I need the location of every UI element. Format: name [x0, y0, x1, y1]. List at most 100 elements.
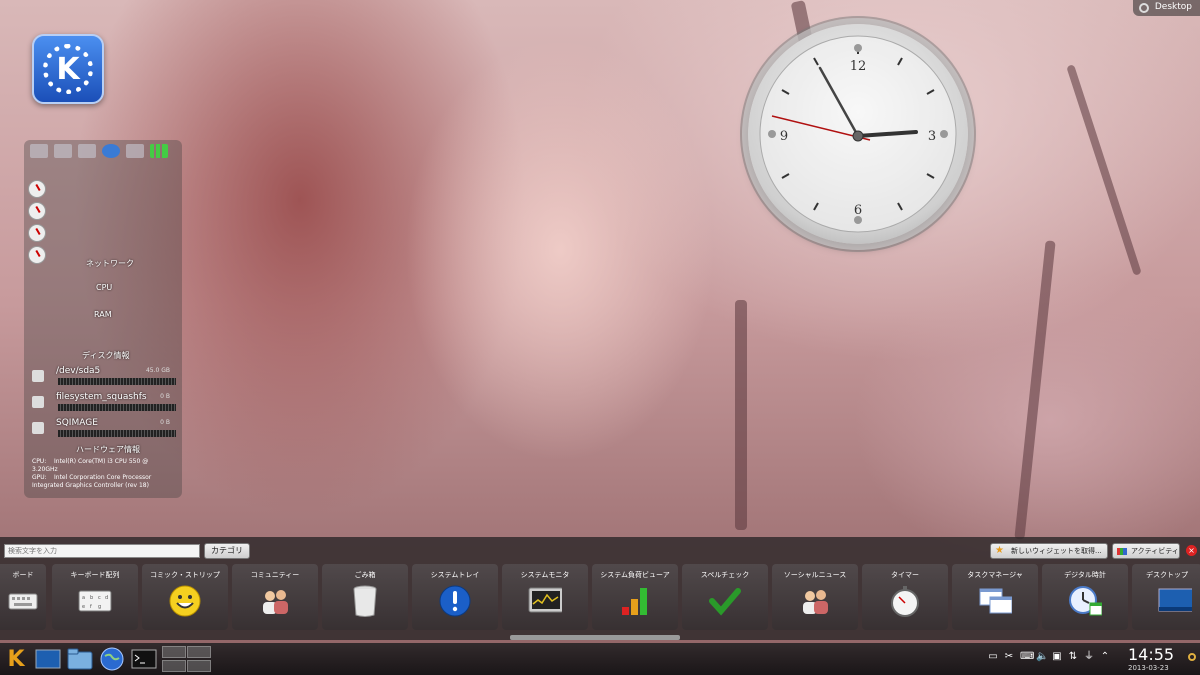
terminal-launcher[interactable]: [130, 646, 158, 672]
widget-tile[interactable]: デジタル時計: [1042, 564, 1128, 630]
widget-name: コミック・ストリップ: [150, 571, 220, 579]
clock-numeral-12: 12: [850, 59, 867, 74]
close-icon[interactable]: ×: [1186, 545, 1197, 556]
widget-tile[interactable]: キーボード配列 abcd efg: [52, 564, 138, 630]
gpu-info: GPU: Intel Corporation Core Processor Int…: [32, 474, 172, 490]
gauge-icon: [28, 224, 46, 242]
pager-desktop[interactable]: [162, 659, 186, 672]
gauge-icon: [28, 246, 46, 264]
info-icon: [438, 584, 472, 618]
cpu-key: CPU:: [32, 458, 47, 465]
globe-icon: [102, 144, 120, 158]
virtual-desktop-pager[interactable]: [162, 646, 212, 672]
get-new-widgets-button[interactable]: ★ 新しいウィジェットを取得...: [990, 543, 1108, 559]
system-monitor-widget: ネットワーク CPU RAM ディスク情報 /dev/sda5 45.0 GB …: [24, 140, 182, 498]
pager-desktop[interactable]: [162, 646, 186, 658]
disk-icon: [32, 422, 44, 434]
disk-name: SQIMAGE: [56, 418, 98, 428]
monitor-icon[interactable]: ▣: [1052, 651, 1062, 663]
widget-tile[interactable]: コミュニティー: [232, 564, 318, 630]
widget-tile[interactable]: システム負荷ビューア: [592, 564, 678, 630]
chip-icon: [126, 144, 144, 158]
widget-tile[interactable]: ごみ箱: [322, 564, 408, 630]
sysmon-icon-row: [24, 140, 182, 162]
digital-clock-icon: [1068, 584, 1102, 618]
widget-tile[interactable]: スペルチェック: [682, 564, 768, 630]
widget-tile[interactable]: システムモニタ: [502, 564, 588, 630]
svg-text:g: g: [98, 604, 101, 610]
widget-name: ソーシャルニュース: [783, 571, 847, 579]
activities-button[interactable]: アクティビティ: [1112, 543, 1180, 559]
digital-clock-time[interactable]: 14:55: [1128, 645, 1174, 664]
globe-icon: [100, 647, 124, 671]
widget-tile[interactable]: ソーシャルニュース: [772, 564, 858, 630]
browser-launcher[interactable]: [98, 646, 126, 672]
widget-name: デジタル時計: [1064, 571, 1106, 579]
terminal-icon: [131, 649, 157, 669]
disk-name: filesystem_squashfs: [56, 392, 147, 402]
widget-name: システム負荷ビューア: [600, 571, 670, 579]
kde-logo-icon: K: [32, 34, 104, 104]
check-icon: [708, 584, 742, 618]
clock-numeral-6: 6: [854, 203, 862, 218]
widget-name: システムトレイ: [430, 571, 480, 579]
svg-text:e: e: [82, 604, 85, 610]
svg-text:f: f: [90, 604, 92, 610]
widget-tile[interactable]: コミック・ストリップ: [142, 564, 228, 630]
application-launcher-button[interactable]: K: [2, 646, 30, 672]
clock-numeral-9: 9: [780, 129, 788, 144]
disk-bar: [58, 430, 176, 437]
disk-bar: [58, 378, 176, 385]
gpu-key: GPU:: [32, 474, 47, 481]
widget-name: コミュニティー: [250, 571, 300, 579]
widget-tile[interactable]: デスクトップ: [1132, 564, 1200, 630]
panel-toolbox-icon[interactable]: [1188, 653, 1196, 661]
widget-tile[interactable]: タイマー: [862, 564, 948, 630]
widget-tile[interactable]: タスクマネージャ: [952, 564, 1038, 630]
widget-list-scrollbar[interactable]: [510, 635, 680, 640]
get-new-widgets-label: 新しいウィジェットを取得...: [1011, 547, 1102, 555]
widget-tile[interactable]: システムトレイ: [412, 564, 498, 630]
desktop-label-text: Desktop: [1154, 2, 1192, 12]
clock-numeral-3: 3: [928, 129, 936, 144]
usb-icon[interactable]: ⏚: [1084, 651, 1094, 663]
scissors-icon[interactable]: ✂: [1004, 651, 1014, 663]
disk-bar: [58, 404, 176, 411]
disk-header: ディスク情報: [82, 351, 130, 360]
pager-desktop[interactable]: [187, 659, 211, 672]
desktop-toolbox[interactable]: Desktop: [1132, 0, 1200, 16]
windows-icon: [978, 584, 1012, 618]
svg-text:d: d: [105, 595, 108, 601]
widget-name: ごみ箱: [354, 571, 376, 579]
volume-icon[interactable]: 🔈: [1036, 651, 1048, 663]
cashew-icon: [1138, 3, 1149, 13]
monitor-icon: [528, 584, 562, 618]
widget-tile[interactable]: ボード: [0, 564, 46, 630]
disk-icon: [32, 396, 44, 408]
activities-label: アクティビティ: [1131, 547, 1179, 555]
network-label: ネットワーク: [86, 259, 134, 268]
keyboard-icon[interactable]: ⌨: [1020, 651, 1034, 663]
widget-name: タスクマネージャ: [967, 571, 1023, 579]
file-manager-launcher[interactable]: [66, 646, 94, 672]
category-button[interactable]: カテゴリ: [204, 543, 250, 559]
taskbar: K ▭ ✂ ⌨ 🔈 ▣ ⇅ ⏚ ⌃ 14:55 2013-03-23: [0, 643, 1200, 675]
widget-explorer: カテゴリ ★ 新しいウィジェットを取得... アクティビティ × ボード キーボ…: [0, 537, 1200, 640]
disk-value: 0 B: [160, 419, 170, 426]
widget-list: ボード キーボード配列 abcd efg コミック・ストリップ コミュニティー ご…: [0, 564, 1200, 632]
ram-label: RAM: [94, 310, 112, 319]
network-icon[interactable]: ⇅: [1068, 651, 1078, 663]
digital-clock-date[interactable]: 2013-03-23: [1128, 664, 1169, 672]
desktop-launcher[interactable]: [34, 646, 62, 672]
display-icon[interactable]: ▭: [988, 651, 998, 663]
drive-icon: [30, 144, 48, 158]
desktop-icon: [35, 649, 61, 669]
disk-value: 0 B: [160, 393, 170, 400]
pager-desktop[interactable]: [187, 646, 211, 658]
expand-tray-icon[interactable]: ⌃: [1100, 651, 1110, 663]
keyboard-layout-icon: abcd efg: [78, 584, 112, 618]
cpu-info: CPU: Intel(R) Core(TM) i3 CPU 550 @ 3.20G…: [32, 458, 172, 474]
widget-name: デスクトップ: [1146, 571, 1188, 579]
analog-clock-widget[interactable]: 12 3 6 9: [748, 24, 968, 244]
widget-search-input[interactable]: [4, 544, 200, 558]
